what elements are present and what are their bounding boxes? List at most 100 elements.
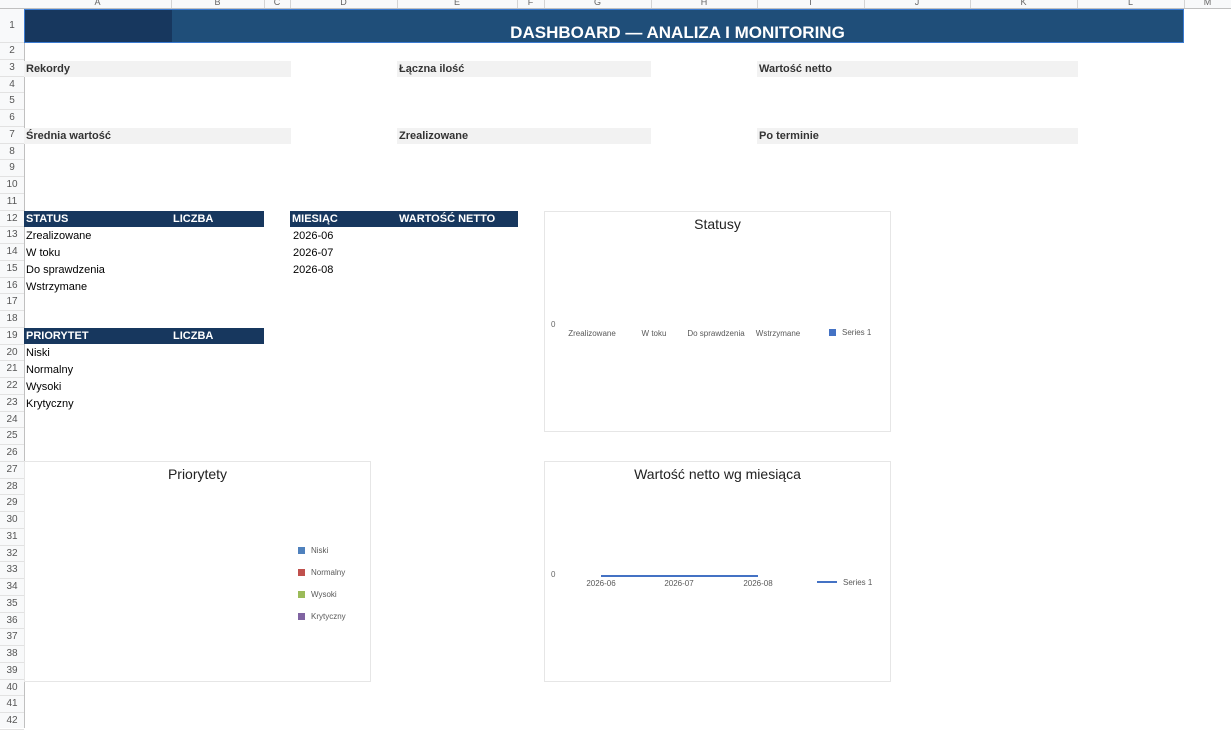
column-header-a[interactable]: A (24, 0, 172, 8)
row-header[interactable]: 10 (0, 177, 24, 194)
column-header-m[interactable]: M (1184, 0, 1231, 8)
row-header[interactable]: 39 (0, 663, 24, 680)
status-table-header: STATUS LICZBA (24, 211, 264, 227)
column-header-d[interactable]: D (290, 0, 398, 8)
row-header[interactable]: 29 (0, 495, 24, 512)
priority-row-label[interactable]: Normalny (26, 362, 73, 378)
net-value-chart-plot (601, 575, 758, 577)
status-chart[interactable]: Statusy 0 Zrealizowane W toku Do sprawdz… (544, 211, 891, 432)
row-header[interactable]: 34 (0, 579, 24, 596)
priority-legend-item: Wysoki (298, 590, 337, 599)
column-header-i[interactable]: I (757, 0, 865, 8)
legend-swatch (298, 613, 305, 620)
net-value-column-header[interactable]: WARTOŚĆ NETTO (399, 211, 495, 227)
row-header[interactable]: 2 (0, 43, 24, 60)
row-header[interactable]: 25 (0, 428, 24, 445)
count-column-header[interactable]: LICZBA (173, 211, 213, 227)
priority-row-label[interactable]: Wysoki (26, 379, 61, 395)
row-header[interactable]: 22 (0, 378, 24, 395)
month-table-header: MIESIĄC WARTOŚĆ NETTO (290, 211, 518, 227)
dashboard-banner[interactable]: DASHBOARD — ANALIZA I MONITORING (24, 9, 1184, 43)
column-header-k[interactable]: K (970, 0, 1078, 8)
kpi-records-label[interactable]: Rekordy (24, 61, 291, 77)
row-header[interactable]: 14 (0, 244, 24, 261)
row-header[interactable]: 27 (0, 462, 24, 479)
priority-table-header: PRIORYTET LICZBA (24, 328, 264, 344)
column-header-j[interactable]: J (864, 0, 971, 8)
net-value-chart-legend: Series 1 (817, 578, 872, 587)
column-header-l[interactable]: L (1077, 0, 1185, 8)
status-row-label[interactable]: Do sprawdzenia (26, 262, 105, 278)
kpi-avg-value-label[interactable]: Średnia wartość (24, 128, 291, 144)
row-header[interactable]: 20 (0, 345, 24, 362)
row-header[interactable]: 23 (0, 395, 24, 412)
row-header[interactable]: 17 (0, 294, 24, 311)
column-header-c[interactable]: C (264, 0, 291, 8)
legend-label: Normalny (311, 568, 346, 577)
row-header[interactable]: 42 (0, 713, 24, 730)
row-header[interactable]: 8 (0, 144, 24, 161)
status-chart-plot (545, 212, 891, 432)
column-header-g[interactable]: G (544, 0, 652, 8)
row-header[interactable]: 11 (0, 194, 24, 211)
kpi-done-label[interactable]: Zrealizowane (397, 128, 651, 144)
row-header[interactable]: 15 (0, 261, 24, 278)
column-header-bar: A B C D E F G H I J K L M (0, 0, 1231, 9)
row-header[interactable]: 13 (0, 227, 24, 244)
row-header[interactable]: 5 (0, 93, 24, 110)
legend-label: Series 1 (843, 578, 873, 587)
row-header[interactable]: 9 (0, 160, 24, 177)
row-header[interactable]: 26 (0, 445, 24, 462)
row-header[interactable]: 21 (0, 361, 24, 378)
priority-row-label[interactable]: Niski (26, 345, 50, 361)
row-header[interactable]: 40 (0, 680, 24, 697)
status-row-label[interactable]: W toku (26, 245, 60, 261)
column-header-h[interactable]: H (651, 0, 758, 8)
month-row-label[interactable]: 2026-06 (293, 228, 333, 244)
column-header-f[interactable]: F (517, 0, 545, 8)
spreadsheet: A B C D E F G H I J K L M 1 2 3 4 5 6 7 8 9 10 11 1… (0, 0, 1231, 730)
row-header[interactable]: 38 (0, 646, 24, 663)
legend-swatch (298, 547, 305, 554)
month-column-header[interactable]: MIESIĄC (292, 211, 338, 227)
month-row-label[interactable]: 2026-08 (293, 262, 333, 278)
row-header[interactable]: 37 (0, 629, 24, 646)
priority-chart[interactable]: Priorytety Niski Normalny Wysoki Krytycz… (24, 461, 371, 682)
net-value-chart[interactable]: Wartość netto wg miesiąca 0 2026-06 2026… (544, 461, 891, 682)
row-header[interactable]: 30 (0, 512, 24, 529)
row-header[interactable]: 4 (0, 77, 24, 94)
row-header[interactable]: 6 (0, 110, 24, 127)
priority-legend-item: Normalny (298, 568, 345, 577)
row-header[interactable]: 32 (0, 546, 24, 563)
kpi-net-value-label[interactable]: Wartość netto (757, 61, 1078, 77)
status-column-header[interactable]: STATUS (26, 211, 68, 227)
row-header[interactable]: 16 (0, 278, 24, 295)
kpi-overdue-label[interactable]: Po terminie (757, 128, 1078, 144)
row-header[interactable]: 31 (0, 529, 24, 546)
dashboard-title: DASHBOARD — ANALIZA I MONITORING (510, 23, 845, 42)
priority-row-label[interactable]: Krytyczny (26, 396, 74, 412)
row-header[interactable]: 35 (0, 596, 24, 613)
column-header-b[interactable]: B (171, 0, 265, 8)
row-header[interactable]: 28 (0, 479, 24, 496)
row-header[interactable]: 12 (0, 211, 24, 228)
row-header[interactable]: 36 (0, 613, 24, 630)
column-header-e[interactable]: E (397, 0, 518, 8)
row-header[interactable]: 24 (0, 412, 24, 429)
kpi-total-qty-label[interactable]: Łączna ilość (397, 61, 651, 77)
status-row-label[interactable]: Zrealizowane (26, 228, 91, 244)
priority-legend-item: Krytyczny (298, 612, 346, 621)
row-header[interactable]: 41 (0, 696, 24, 713)
row-header[interactable]: 1 (0, 9, 24, 43)
priority-column-header[interactable]: PRIORYTET (26, 328, 89, 344)
row-header[interactable]: 3 (0, 60, 24, 77)
status-row-label[interactable]: Wstrzymane (26, 279, 87, 295)
status-chart-legend: Series 1 (829, 328, 871, 337)
row-header[interactable]: 18 (0, 311, 24, 328)
row-header-bar: 1 2 3 4 5 6 7 8 9 10 11 12 13 14 15 16 17 18 19 20 21 22 23 24 2… (0, 9, 25, 730)
row-header[interactable]: 19 (0, 328, 24, 345)
priority-count-column-header[interactable]: LICZBA (173, 328, 213, 344)
month-row-label[interactable]: 2026-07 (293, 245, 333, 261)
row-header[interactable]: 33 (0, 562, 24, 579)
row-header[interactable]: 7 (0, 127, 24, 144)
